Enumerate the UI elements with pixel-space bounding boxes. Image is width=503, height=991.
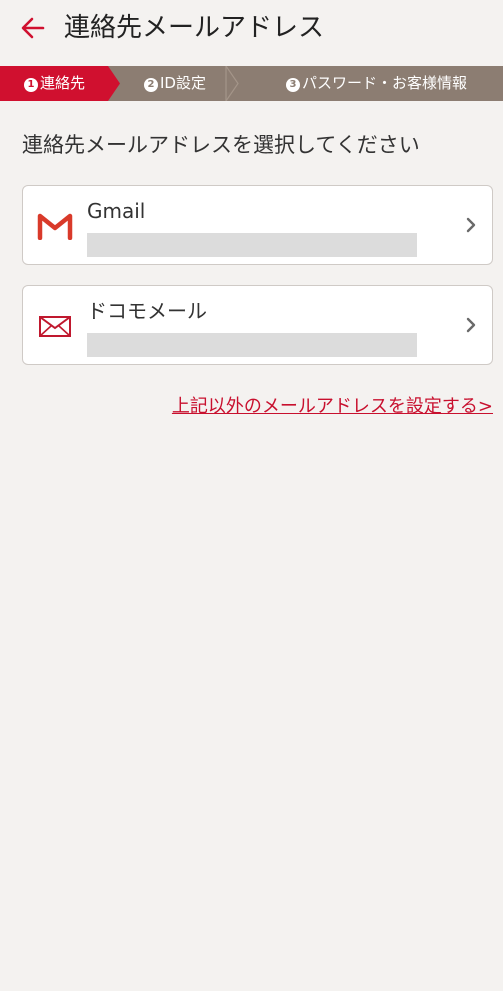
email-option-name: Gmail	[87, 199, 146, 223]
mail-envelope-icon	[37, 308, 73, 344]
chevron-right-icon	[464, 314, 478, 336]
email-address-value	[87, 233, 417, 257]
email-option-docomo[interactable]: ドコモメール	[22, 285, 493, 365]
chevron-right-icon	[464, 214, 478, 236]
step-1-number: 1	[24, 78, 38, 92]
email-option-name: ドコモメール	[87, 299, 207, 323]
step-3-number: 3	[286, 78, 300, 92]
gmail-icon	[37, 208, 73, 244]
step-progress-bar: 1 連絡先 2 ID設定 3 パスワード・お客様情報	[0, 66, 503, 101]
step-2-label: ID設定	[160, 74, 206, 92]
arrow-left-icon	[21, 17, 45, 39]
step-3-label: パスワード・お客様情報	[302, 74, 468, 92]
email-address-value	[87, 333, 417, 357]
back-button[interactable]	[18, 13, 48, 43]
step-1-label: 連絡先	[40, 74, 86, 92]
step-2-number: 2	[144, 78, 158, 92]
step-3: 3 パスワード・お客様情報	[286, 66, 467, 101]
step-1: 1 連絡先	[24, 66, 85, 101]
other-email-link[interactable]: 上記以外のメールアドレスを設定する>	[172, 394, 493, 420]
app-header: 連絡先メールアドレス	[0, 0, 503, 60]
page-title: 連絡先メールアドレス	[64, 13, 325, 43]
email-option-gmail[interactable]: Gmail	[22, 185, 493, 265]
instruction-text: 連絡先メールアドレスを選択してください	[22, 133, 420, 157]
step-2: 2 ID設定	[144, 66, 206, 101]
